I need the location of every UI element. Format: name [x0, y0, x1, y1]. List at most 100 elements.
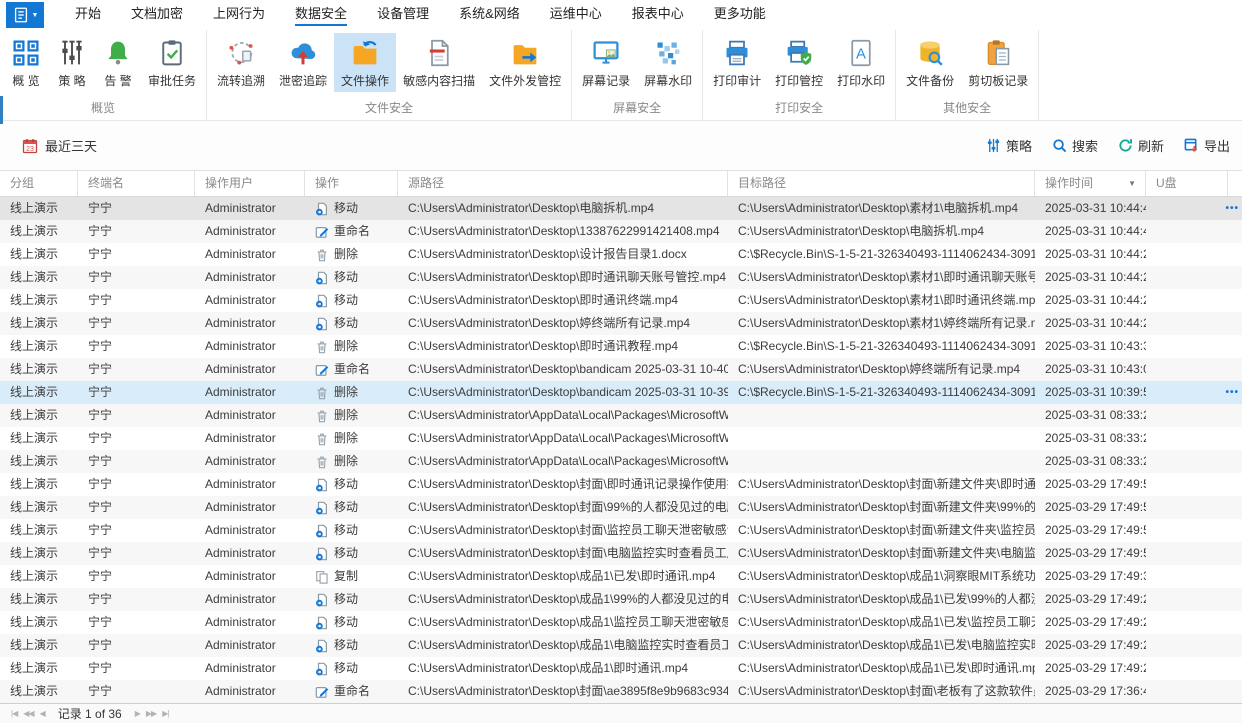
menu-tab-home[interactable]: 开始: [60, 0, 116, 30]
column-header-op[interactable]: 操作: [305, 171, 398, 196]
cell-user: Administrator: [205, 408, 276, 422]
column-header-group[interactable]: 分组: [0, 171, 78, 196]
ribbon-print-control-button[interactable]: 打印管控: [768, 33, 830, 92]
menu-tab-doc-encryption[interactable]: 文档加密: [116, 0, 198, 30]
tool-search-button[interactable]: 搜索: [1052, 136, 1098, 155]
ribbon-group: 概 览 策 略 告 警 审批任务 概览: [0, 30, 208, 120]
cell-dst: C:\Users\Administrator\Desktop\成品1\已发\监控…: [738, 615, 1035, 629]
table-row[interactable]: 线上演示 宁宁 Administrator 移动 C:\Users\Administra…: [0, 266, 1242, 289]
ribbon-overview-button[interactable]: 概 览: [3, 33, 49, 92]
menu-tab-web-behavior[interactable]: 上网行为: [198, 0, 280, 30]
export-icon: [1184, 138, 1199, 153]
table-row[interactable]: 线上演示 宁宁 Administrator 移动 C:\Users\Administra…: [0, 496, 1242, 519]
cell-usb: [1146, 266, 1228, 289]
ribbon-screen-record-button[interactable]: 屏幕记录: [575, 33, 637, 92]
table-row[interactable]: 线上演示 宁宁 Administrator 移动 C:\Users\Administra…: [0, 312, 1242, 335]
cell-time: 2025-03-29 17:49:58: [1045, 477, 1146, 491]
table-row[interactable]: 线上演示 宁宁 Administrator 移动 C:\Users\Administra…: [0, 473, 1242, 496]
cell-time: 2025-03-29 17:49:55: [1045, 500, 1146, 514]
ribbon-alert-button[interactable]: 告 警: [95, 33, 141, 92]
ribbon-screen-watermark-button[interactable]: 屏幕水印: [637, 33, 699, 92]
left-edge-accent: [0, 96, 3, 124]
cell-op: 重命名: [305, 680, 398, 703]
ribbon-leak-track-button[interactable]: 泄密追踪: [272, 33, 334, 92]
cell-terminal: 宁宁: [88, 316, 113, 330]
table-row[interactable]: 线上演示 宁宁 Administrator 移动 C:\Users\Administra…: [0, 197, 1242, 220]
pager-prev-page-button[interactable]: ◀◀: [20, 709, 36, 718]
column-header-dst[interactable]: 目标路径: [728, 171, 1035, 196]
table-row[interactable]: 线上演示 宁宁 Administrator 重命名 C:\Users\Administr…: [0, 680, 1242, 703]
menu-tab-system-network[interactable]: 系统&网络: [444, 0, 535, 30]
table-row[interactable]: 线上演示 宁宁 Administrator 移动 C:\Users\Administra…: [0, 611, 1242, 634]
cell-user: Administrator: [205, 385, 276, 399]
ribbon-file-operation-button[interactable]: 文件操作: [334, 33, 397, 92]
menu-tab-device-mgmt[interactable]: 设备管理: [362, 0, 444, 30]
table-row[interactable]: 线上演示 宁宁 Administrator 移动 C:\Users\Administra…: [0, 289, 1242, 312]
ribbon-print-audit-button[interactable]: 打印审计: [706, 33, 768, 92]
cell-user: Administrator: [205, 362, 276, 376]
pager-next-button[interactable]: ▶: [132, 709, 143, 718]
cell-terminal: 宁宁: [88, 270, 113, 284]
ribbon-button-label: 屏幕记录: [582, 74, 631, 88]
cell-dst: [728, 404, 1035, 427]
tool-export-button[interactable]: 导出: [1184, 136, 1230, 155]
ribbon-print-watermark-button[interactable]: A 打印水印: [830, 33, 892, 92]
column-header-time[interactable]: 操作时间 ▼: [1035, 171, 1146, 196]
cell-user: Administrator: [205, 316, 276, 330]
delete-icon: [315, 340, 329, 354]
table-row[interactable]: 线上演示 宁宁 Administrator 移动 C:\Users\Administra…: [0, 657, 1242, 680]
column-header-src[interactable]: 源路径: [398, 171, 728, 196]
ribbon-button-label: 流转追溯: [217, 74, 266, 88]
operation-label: 移动: [334, 477, 359, 491]
cell-usb: [1146, 197, 1228, 220]
sort-filter-icon[interactable]: ▼: [1128, 171, 1136, 196]
menu-tab-report-center[interactable]: 报表中心: [617, 0, 699, 30]
pager-next-page-button[interactable]: ▶▶: [143, 709, 159, 718]
cell-user: Administrator: [205, 270, 276, 284]
table-row[interactable]: 线上演示 宁宁 Administrator 删除 C:\Users\Administra…: [0, 381, 1242, 404]
table-row[interactable]: 线上演示 宁宁 Administrator 删除 C:\Users\Administra…: [0, 450, 1242, 473]
pager-prev-button[interactable]: ◀: [37, 709, 48, 718]
move-icon: [315, 593, 329, 607]
table-row[interactable]: 线上演示 宁宁 Administrator 移动 C:\Users\Administra…: [0, 588, 1242, 611]
table-row[interactable]: 线上演示 宁宁 Administrator 删除 C:\Users\Administra…: [0, 404, 1242, 427]
row-more-button[interactable]: •••: [1225, 197, 1239, 220]
cell-user: Administrator: [205, 431, 276, 445]
column-header-user[interactable]: 操作用户: [195, 171, 305, 196]
table-row[interactable]: 线上演示 宁宁 Administrator 移动 C:\Users\Administra…: [0, 634, 1242, 657]
table-row[interactable]: 线上演示 宁宁 Administrator 移动 C:\Users\Administra…: [0, 519, 1242, 542]
ribbon-file-backup-button[interactable]: 文件备份: [899, 33, 961, 92]
menu-tab-label: 设备管理: [377, 6, 430, 21]
ribbon-button-label: 泄密追踪: [279, 74, 328, 88]
table-row[interactable]: 线上演示 宁宁 Administrator 复制 C:\Users\Administra…: [0, 565, 1242, 588]
pager-first-button[interactable]: |◀: [8, 709, 20, 718]
tool-policy-button[interactable]: 策略: [986, 136, 1032, 155]
file-backup-icon: [914, 37, 946, 69]
row-more-button[interactable]: •••: [1225, 381, 1239, 404]
table-row[interactable]: 线上演示 宁宁 Administrator 重命名 C:\Users\Administr…: [0, 220, 1242, 243]
ribbon-policy-button[interactable]: 策 略: [49, 33, 95, 92]
pager-last-button[interactable]: ▶|: [159, 709, 171, 718]
ribbon-file-outgoing-button[interactable]: 文件外发管控: [482, 33, 568, 92]
ribbon-approval-tasks-button[interactable]: 审批任务: [141, 33, 203, 92]
column-header-terminal[interactable]: 终端名: [78, 171, 195, 196]
ribbon-sensitive-scan-button[interactable]: 敏感内容扫描: [396, 33, 482, 92]
table-row[interactable]: 线上演示 宁宁 Administrator 重命名 C:\Users\Administr…: [0, 358, 1242, 381]
table-row[interactable]: 线上演示 宁宁 Administrator 删除 C:\Users\Administra…: [0, 427, 1242, 450]
table-row[interactable]: 线上演示 宁宁 Administrator 删除 C:\Users\Administra…: [0, 335, 1242, 358]
column-header-usb[interactable]: U盘: [1146, 171, 1228, 196]
menu-tab-data-security[interactable]: 数据安全: [280, 0, 362, 30]
menu-tab-ops-center[interactable]: 运维中心: [535, 0, 617, 30]
menu-tab-more[interactable]: 更多功能: [699, 0, 781, 30]
cell-group: 线上演示: [10, 201, 59, 215]
table-row[interactable]: 线上演示 宁宁 Administrator 移动 C:\Users\Administra…: [0, 542, 1242, 565]
app-menu-button[interactable]: ▼: [6, 2, 44, 28]
tool-refresh-button[interactable]: 刷新: [1118, 136, 1164, 155]
cell-src: C:\Users\Administrator\Desktop\bandicam …: [408, 362, 728, 376]
date-range-filter[interactable]: 23 最近三天: [22, 136, 97, 155]
ribbon-clipboard-record-button[interactable]: 剪切板记录: [961, 33, 1035, 92]
ribbon-flow-trace-button[interactable]: 流转追溯: [210, 33, 272, 92]
operation-label: 重命名: [334, 684, 371, 698]
menu-tab-label: 文档加密: [131, 6, 184, 21]
table-row[interactable]: 线上演示 宁宁 Administrator 删除 C:\Users\Administra…: [0, 243, 1242, 266]
